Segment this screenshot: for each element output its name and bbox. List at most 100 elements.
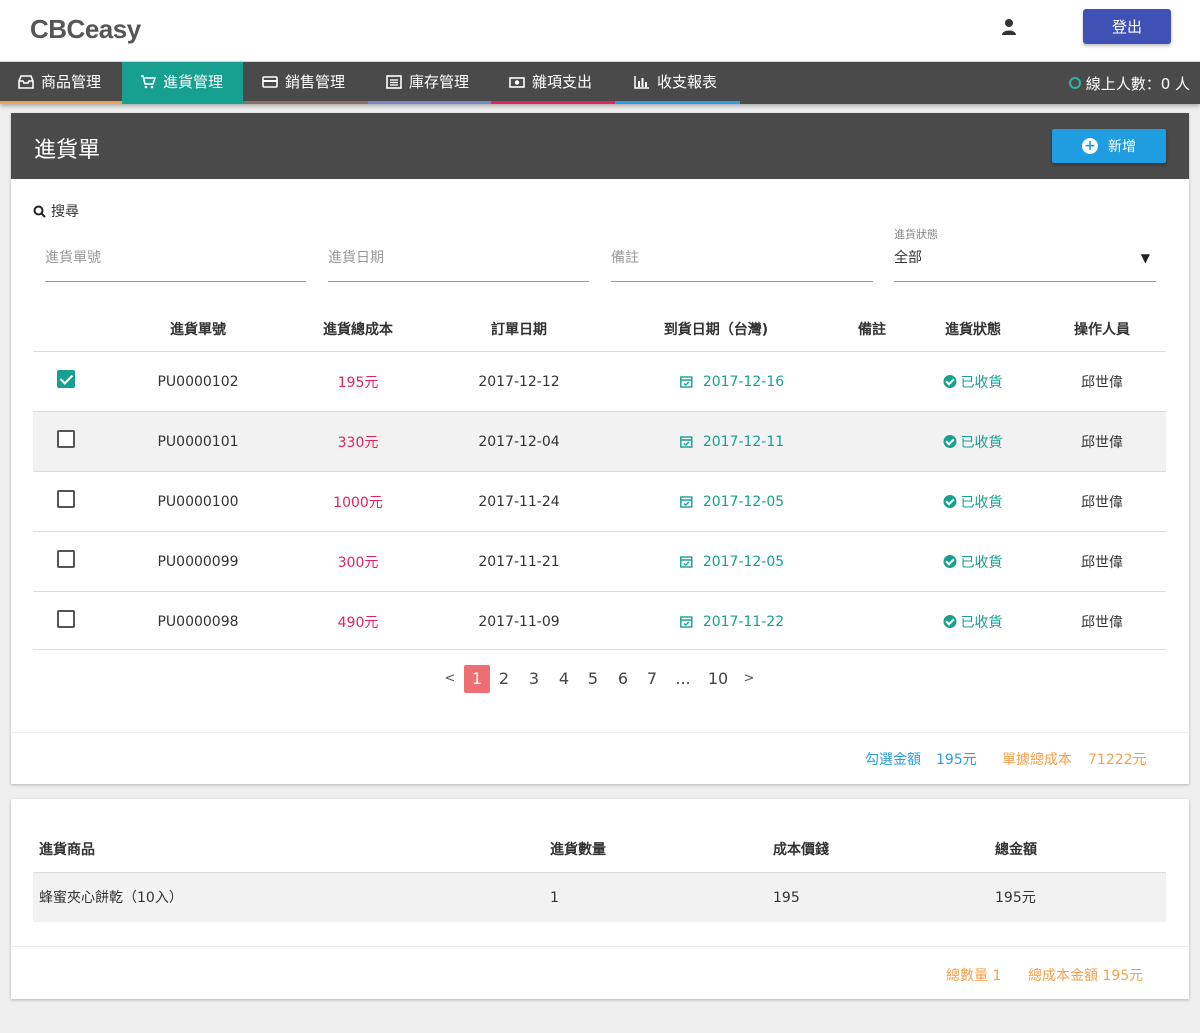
status: 已收貨 — [943, 532, 1003, 591]
page-button[interactable]: 6 — [610, 665, 636, 693]
col-header-operator: 操作人員 — [1074, 322, 1130, 338]
row-checkbox[interactable] — [57, 430, 75, 448]
arrival-date[interactable]: 2017-12-11 — [680, 412, 784, 471]
logo[interactable]: CBCeasy — [30, 14, 141, 45]
order-number-placeholder: 進貨單號 — [45, 250, 101, 266]
nav-label: 進貨管理 — [163, 73, 224, 91]
purchase-date-placeholder: 進貨日期 — [328, 250, 384, 266]
page-button[interactable]: 10 — [705, 665, 731, 693]
page-button[interactable]: 5 — [580, 665, 606, 693]
footer-divider — [11, 732, 1189, 733]
row-checkbox[interactable] — [57, 610, 75, 628]
logo-text: CBCeasy — [30, 14, 141, 44]
total-amount: 總成本金額 195元 — [1028, 968, 1144, 984]
row-checkbox[interactable] — [57, 370, 75, 388]
table-divider — [33, 649, 1166, 650]
arrival-date[interactable]: 2017-11-22 — [680, 592, 784, 651]
main-nav: 商品管理 進貨管理 銷售管理 庫存管理 雜項支出 收支報表 線上人數：0 人 — [0, 62, 1200, 104]
note-input[interactable]: 備註 — [611, 237, 873, 282]
status-text: 已收貨 — [960, 554, 1003, 571]
status-text: 已收貨 — [960, 374, 1003, 391]
total-quantity: 總數量 1 — [946, 968, 1002, 984]
page-button[interactable]: 1 — [464, 665, 490, 693]
table-row[interactable]: PU0000100 1000元 2017-11-24 2017-12-05 已收… — [33, 471, 1166, 531]
product-name: 蜂蜜夾心餅乾（10入） — [39, 890, 183, 906]
arrival-date[interactable]: 2017-12-05 — [680, 532, 784, 591]
order-date: 2017-11-24 — [478, 493, 560, 510]
purchase-detail-card: 進貨商品 進貨數量 成本價錢 總金額 蜂蜜夾心餅乾（10入） 1 195 195… — [11, 799, 1189, 999]
operator: 邱世偉 — [1081, 434, 1123, 451]
add-button-label: 新增 — [1108, 139, 1136, 155]
total-cost-label: 單據總成本 — [1002, 752, 1072, 768]
user-icon[interactable] — [1000, 18, 1018, 36]
col-header-product: 進貨商品 — [39, 842, 95, 858]
nav-item-expenses[interactable]: 雜項支出 — [491, 62, 615, 104]
row-checkbox[interactable] — [57, 490, 75, 508]
nav-item-products[interactable]: 商品管理 — [0, 62, 122, 104]
globe-icon — [1068, 77, 1081, 89]
status-text: 已收貨 — [960, 494, 1003, 511]
online-users: 線上人數：0 人 — [1068, 62, 1190, 104]
cart-icon — [141, 74, 156, 88]
operator: 邱世偉 — [1081, 554, 1123, 571]
purchase-date-input[interactable]: 進貨日期 — [328, 237, 589, 282]
order-date: 2017-12-12 — [478, 373, 560, 390]
page-button[interactable]: 3 — [521, 665, 547, 693]
card-header: 進貨單 + 新增 — [11, 113, 1189, 179]
selected-amount-value: 195元 — [936, 752, 977, 768]
nav-label: 銷售管理 — [285, 73, 346, 91]
next-page-button[interactable]: > — [736, 665, 762, 693]
calendar-check-icon — [680, 436, 693, 448]
arrival-date[interactable]: 2017-12-05 — [680, 472, 784, 531]
nav-label: 收支報表 — [657, 73, 718, 91]
page-ellipsis: ... — [675, 669, 691, 688]
search-label-text: 搜尋 — [51, 204, 79, 220]
prev-page-button[interactable]: < — [437, 665, 463, 693]
add-button[interactable]: + 新增 — [1052, 129, 1166, 163]
table-row[interactable]: PU0000098 490元 2017-11-09 2017-11-22 已收貨… — [33, 591, 1166, 651]
row-checkbox[interactable] — [57, 550, 75, 568]
unit-cost: 195 — [773, 890, 800, 906]
arrival-date-text: 2017-12-11 — [702, 433, 785, 450]
table-row[interactable]: PU0000102 195元 2017-12-12 2017-12-16 已收貨… — [33, 351, 1166, 411]
purchase-orders-card: 進貨單 + 新增 搜尋 進貨單號 進貨日期 備註 進貨狀態 全部 ▼ 進貨單號 … — [11, 113, 1189, 784]
check-circle-icon — [943, 555, 957, 568]
order-number: PU0000100 — [157, 493, 239, 510]
search-icon — [33, 205, 46, 218]
status: 已收貨 — [943, 592, 1003, 651]
page-button[interactable]: 4 — [551, 665, 577, 693]
order-number-input[interactable]: 進貨單號 — [45, 237, 306, 282]
nav-label: 雜項支出 — [532, 73, 593, 91]
nav-item-inventory[interactable]: 庫存管理 — [368, 62, 491, 104]
arrival-date[interactable]: 2017-12-16 — [680, 352, 784, 411]
check-circle-icon — [943, 495, 957, 508]
table-row[interactable]: PU0000101 330元 2017-12-04 2017-12-11 已收貨… — [33, 411, 1166, 471]
status-select-label: 進貨狀態 — [894, 228, 938, 241]
arrival-date-text: 2017-11-22 — [702, 613, 785, 630]
selected-amount-label: 勾選金額 — [865, 752, 921, 768]
plus-icon: + — [1082, 138, 1098, 154]
table-row[interactable]: PU0000099 300元 2017-11-21 2017-12-05 已收貨… — [33, 531, 1166, 591]
operator: 邱世偉 — [1081, 614, 1123, 631]
table-row: 蜂蜜夾心餅乾（10入） 1 195 195元 — [33, 872, 1166, 922]
col-header-note: 備註 — [858, 322, 886, 338]
total-cost: 490元 — [337, 614, 379, 631]
nav-item-sales[interactable]: 銷售管理 — [243, 62, 368, 104]
nav-item-reports[interactable]: 收支報表 — [615, 62, 740, 104]
arrival-date-text: 2017-12-05 — [702, 493, 785, 510]
page-button[interactable]: 2 — [491, 665, 517, 693]
total-cost: 1000元 — [333, 494, 383, 511]
status-select[interactable]: 進貨狀態 全部 ▼ — [894, 228, 1156, 282]
status: 已收貨 — [943, 472, 1003, 531]
status-text: 已收貨 — [960, 434, 1003, 451]
calendar-check-icon — [680, 496, 693, 508]
quantity: 1 — [550, 890, 559, 906]
col-header-total: 總金額 — [995, 842, 1037, 858]
nav-item-purchase[interactable]: 進貨管理 — [122, 62, 243, 104]
page-button[interactable]: 7 — [639, 665, 665, 693]
footer-divider — [11, 946, 1189, 947]
calendar-check-icon — [680, 376, 693, 388]
col-header-total-cost: 進貨總成本 — [323, 322, 393, 338]
logout-button[interactable]: 登出 — [1083, 9, 1171, 44]
order-number: PU0000099 — [157, 553, 239, 570]
